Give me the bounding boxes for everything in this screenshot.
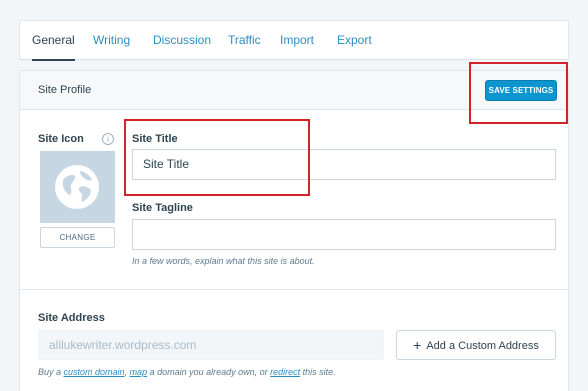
address-hint: Buy a custom domain, map a domain you al… (38, 367, 336, 377)
info-icon[interactable]: i (102, 133, 114, 145)
highlight-site-title (124, 119, 310, 196)
tagline-hint: In a few words, explain what this site i… (132, 256, 315, 266)
hint-text: a domain you already own, or (147, 367, 271, 377)
hint-text: this site. (300, 367, 336, 377)
highlight-save-settings (469, 62, 568, 124)
section-title: Site Profile (38, 84, 92, 96)
site-icon-preview (40, 151, 115, 223)
site-address-label: Site Address (38, 312, 105, 324)
change-icon-button[interactable]: CHANGE (40, 227, 115, 248)
settings-tabs: General Writing Discussion Traffic Impor… (19, 20, 569, 61)
divider (20, 289, 568, 290)
tab-import[interactable]: Import (280, 21, 314, 61)
hint-text: Buy a (38, 367, 64, 377)
add-custom-address-label: Add a Custom Address (426, 340, 539, 352)
site-icon-label: Site Icon (38, 133, 84, 145)
site-tagline-input[interactable] (132, 219, 556, 250)
custom-domain-link[interactable]: custom domain (64, 367, 125, 377)
tab-export[interactable]: Export (337, 21, 372, 61)
tab-discussion[interactable]: Discussion (153, 21, 211, 61)
tab-traffic[interactable]: Traffic (228, 21, 261, 61)
tab-general[interactable]: General (32, 21, 75, 61)
site-address-input: alilukewriter.wordpress.com (38, 330, 384, 360)
map-link[interactable]: map (130, 367, 148, 377)
globe-icon (55, 165, 99, 209)
site-tagline-label: Site Tagline (132, 202, 193, 214)
add-custom-address-button[interactable]: + Add a Custom Address (396, 330, 556, 360)
redirect-link[interactable]: redirect (270, 367, 300, 377)
plus-icon: + (413, 337, 422, 353)
tab-writing[interactable]: Writing (93, 21, 130, 61)
